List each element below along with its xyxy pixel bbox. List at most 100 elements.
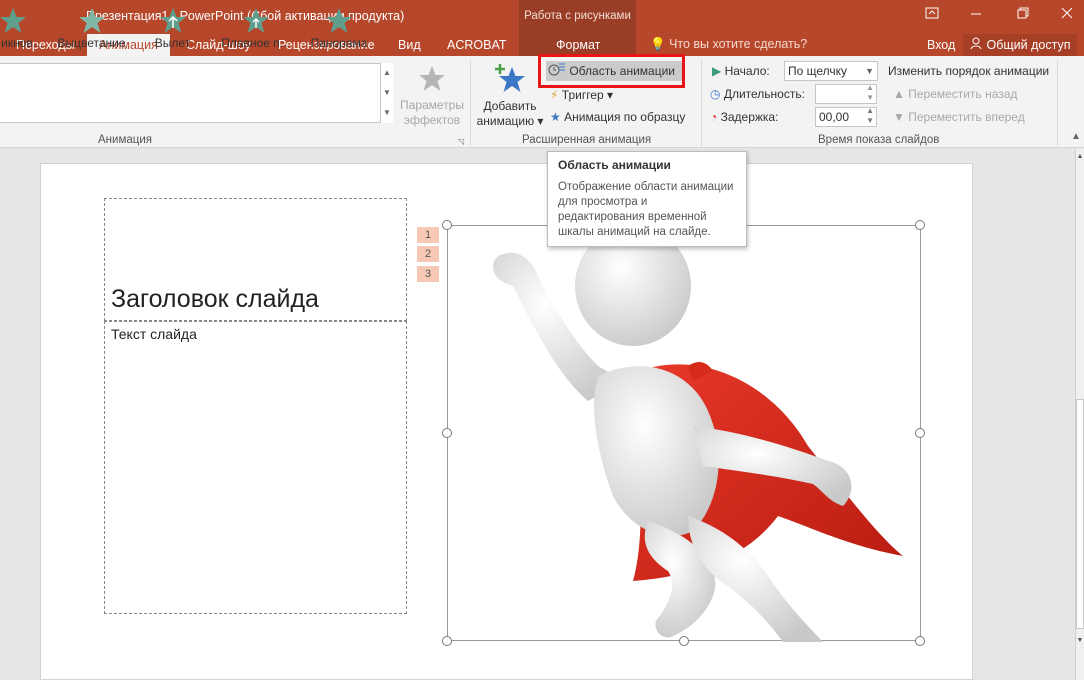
animation-tag[interactable]: 2 (417, 246, 439, 262)
effect-options-button[interactable]: Параметры эффектов (397, 64, 467, 128)
scroll-thumb[interactable] (1076, 399, 1084, 629)
tooltip-body: Отображение области анимации для просмот… (558, 181, 734, 238)
start-select[interactable]: По щелчку ▼ (784, 61, 878, 81)
resize-handle[interactable] (915, 636, 925, 646)
chevron-down-icon[interactable]: ▼ (381, 83, 393, 103)
title-placeholder[interactable]: Заголовок слайда (104, 198, 407, 321)
star-icon (242, 8, 269, 33)
group-label-animation: Анимация (98, 134, 152, 146)
group-label-timing: Время показа слайдов (818, 134, 940, 146)
dropdown-arrow-icon: ▾ (534, 114, 544, 128)
gallery-item-wipe[interactable]: икнов... (0, 6, 46, 58)
body-placeholder[interactable]: Текст слайда (104, 321, 407, 614)
add-animation-button[interactable]: Добавить анимацию ▾ (474, 62, 546, 129)
share-button[interactable]: Общий доступ (963, 34, 1077, 56)
resize-handle[interactable] (679, 636, 689, 646)
star-icon (159, 8, 186, 33)
scroll-up-icon[interactable]: ▲ (1076, 153, 1084, 160)
gallery-item-flyin[interactable]: Вылет (140, 6, 205, 58)
star-icon (0, 8, 26, 33)
group-separator (1057, 60, 1058, 146)
star-icon (78, 8, 105, 33)
duration-spinner[interactable]: ▲ ▼ (815, 83, 877, 104)
effect-options-label2: эффектов (403, 113, 461, 127)
triangle-down-icon: ▼ (893, 110, 905, 124)
add-animation-label1: Добавить (483, 99, 537, 113)
group-separator (701, 60, 702, 146)
gallery-item-floatin[interactable]: Плавное п... (218, 6, 293, 58)
tab-acrobat[interactable]: ACROBAT (447, 37, 507, 56)
group-label-advanced: Расширенная анимация (522, 134, 652, 146)
effect-options-label1: Параметры (400, 98, 464, 112)
delay-value: 00,00 (819, 110, 850, 124)
tell-me-search[interactable]: 💡 Что вы хотите сделать? (650, 37, 807, 52)
resize-handle[interactable] (915, 220, 925, 230)
context-group-label: Работа с рисунками (524, 10, 631, 22)
gallery-item-label: Выцветание (57, 36, 126, 50)
ribbon-options-icon[interactable] (922, 7, 942, 25)
tab-view[interactable]: Вид (398, 37, 421, 56)
resize-handle[interactable] (915, 428, 925, 438)
slide-title: Заголовок слайда (111, 285, 319, 313)
triangle-up-icon: ▲ (893, 87, 905, 101)
chevron-down-icon: ▼ (865, 66, 874, 76)
restore-icon[interactable] (1013, 7, 1033, 25)
animation-gallery (0, 63, 392, 123)
clock-icon: ◷ (710, 87, 721, 101)
gallery-item-label: икнов... (1, 36, 43, 50)
dialog-launcher-icon[interactable]: ◹ (458, 137, 464, 146)
highlight-box (538, 54, 685, 88)
animation-painter-button[interactable]: ★ Анимация по образцу (550, 107, 685, 127)
group-separator (470, 60, 471, 146)
painter-label: Анимация по образцу (564, 110, 686, 124)
add-star-icon (495, 64, 525, 92)
animation-tag[interactable]: 1 (417, 227, 439, 243)
move-forward-button[interactable]: ▼ Переместить вперед (893, 107, 1025, 127)
trigger-label: Триггер (561, 88, 604, 102)
resize-handle[interactable] (442, 220, 452, 230)
timer-icon: ◔ (710, 110, 718, 124)
chevron-up-icon[interactable]: ▲ (381, 63, 393, 83)
tooltip-title: Область анимации (558, 158, 671, 172)
person-icon (969, 35, 983, 57)
dropdown-arrow-icon: ▾ (607, 88, 614, 102)
slide-body-text: Текст слайда (111, 326, 197, 342)
star-icon (326, 8, 352, 33)
tell-me-label: Что вы хотите сделать? (669, 37, 808, 51)
gallery-item-label: Панорама (310, 36, 368, 50)
lightbulb-icon: 💡 (650, 37, 666, 51)
collapse-ribbon-icon[interactable]: ▲ (1071, 131, 1081, 142)
play-icon: ▶ (712, 64, 722, 78)
duration-label: ◷ Длительность: (710, 87, 805, 101)
scroll-down-icon[interactable]: ▼ (1076, 637, 1084, 644)
trigger-button[interactable]: ⚡ Триггер ▾ (550, 85, 613, 105)
start-label: ▶ Начало: (712, 64, 770, 78)
superhero-picture[interactable] (447, 225, 921, 642)
start-select-value: По щелчку (788, 64, 848, 78)
add-animation-label2: анимацию ▾ (476, 114, 544, 128)
lightning-icon: ⚡ (550, 88, 559, 102)
gallery-item-zoom[interactable]: Панорама (304, 6, 374, 58)
gallery-item-fade[interactable]: Выцветание (54, 6, 129, 58)
star-icon (419, 66, 445, 91)
gallery-item-label: Плавное п... (221, 36, 290, 50)
reorder-label: Изменить порядок анимации (888, 64, 1050, 78)
close-icon[interactable] (1057, 7, 1077, 25)
superhero-figure (493, 226, 903, 642)
spinner-arrows-icon[interactable]: ▲ ▼ (866, 106, 874, 126)
signin-link[interactable]: Вход (927, 37, 955, 56)
minimize-icon[interactable] (966, 7, 986, 25)
more-icon[interactable]: ▼ (381, 103, 393, 123)
resize-handle[interactable] (442, 636, 452, 646)
spinner-arrows-icon[interactable]: ▲ ▼ (866, 83, 874, 103)
vertical-scrollbar[interactable]: ▲ ▼ (1075, 149, 1084, 680)
animation-tag[interactable]: 3 (417, 266, 439, 282)
delay-spinner[interactable]: 00,00 ▲ ▼ (815, 106, 877, 127)
painter-icon: ★ (550, 110, 561, 124)
share-label: Общий доступ (986, 38, 1071, 52)
delay-label: ◔ Задержка: (710, 110, 779, 124)
animation-pane-tooltip: Область анимации Отображение области ани… (547, 151, 747, 247)
move-back-button[interactable]: ▲ Переместить назад (893, 84, 1017, 104)
gallery-scrollbar[interactable]: ▲ ▼ ▼ (380, 63, 393, 123)
resize-handle[interactable] (442, 428, 452, 438)
